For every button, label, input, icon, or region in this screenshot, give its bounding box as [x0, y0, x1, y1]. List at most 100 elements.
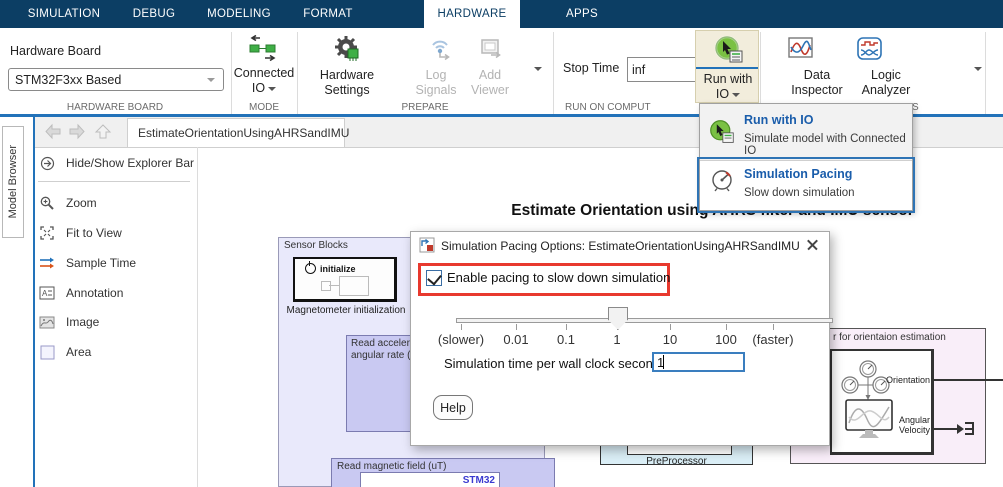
model-browser-label: Model Browser [7, 145, 19, 218]
back-arrow-icon[interactable] [44, 123, 62, 140]
tab-modeling[interactable]: MODELING [196, 0, 282, 28]
zoom-tool[interactable]: Zoom [38, 192, 97, 214]
sample-time-icon [38, 254, 56, 272]
hide-show-explorer-label: Hide/Show Explorer Bar [66, 156, 194, 170]
model-document-tab[interactable]: EstimateOrientationUsingAHRSandIMU [127, 118, 345, 147]
blue-highlight-annotation [697, 157, 915, 213]
preprocessor-caption: PreProcessor [600, 456, 753, 467]
hide-show-explorer-button[interactable]: Hide/Show Explorer Bar [38, 152, 194, 174]
hardware-settings-button[interactable]: Hardware Settings [309, 68, 385, 98]
enable-pacing-checkbox[interactable] [426, 270, 442, 286]
tab-format[interactable]: FORMAT [290, 0, 366, 28]
area-tool[interactable]: Area [38, 341, 91, 363]
menu-run-title: Run with IO [744, 113, 813, 127]
section-prepare: PREPARE [297, 102, 553, 113]
slider-tick [516, 324, 517, 330]
ribbon-separator [985, 32, 986, 114]
stop-time-label: Stop Time [563, 61, 619, 75]
orientation-signal-line[interactable] [934, 379, 1003, 381]
stm32-label: STM32 [463, 475, 495, 486]
image-icon [38, 313, 56, 331]
dialog-icon [419, 237, 435, 258]
run-with-io-menu-icon [709, 119, 735, 150]
magnetometer-init-block[interactable]: initialize [293, 257, 397, 302]
slider-tick [461, 324, 462, 330]
stm32-subblock[interactable]: STM32 [360, 472, 500, 487]
ahrs-filter-block[interactable]: Orientation Angular Velocity [830, 349, 934, 455]
close-icon[interactable] [805, 237, 821, 253]
model-document-tab-label: EstimateOrientationUsingAHRSandIMU [138, 126, 349, 140]
orientation-port-label: Orientation [874, 375, 930, 385]
connected-io-line2: IO [252, 81, 265, 95]
zoom-label: Zoom [66, 196, 97, 210]
tab-debug[interactable]: DEBUG [118, 0, 190, 28]
slider-thumb[interactable] [608, 307, 628, 330]
tab-hardware[interactable]: HARDWARE [424, 0, 520, 28]
terminator-block[interactable] [965, 422, 974, 435]
menu-item-run-with-io[interactable]: Run with IO Simulate model with Connecte… [700, 104, 912, 160]
checkmark-icon [427, 271, 442, 286]
slider-tick [726, 324, 727, 330]
results-flyout-button[interactable] [971, 60, 982, 78]
help-label: Help [440, 401, 466, 415]
annotation-icon: A [38, 284, 56, 302]
run-with-io-button[interactable]: Run with IO [695, 30, 759, 103]
log-signals-icon [428, 36, 454, 67]
chevron-down-icon [268, 87, 276, 91]
init-inner-line [329, 285, 339, 286]
run-with-io-label: Run with IO [696, 72, 760, 102]
ribbon-separator [553, 32, 554, 114]
read-magnetic-label: Read magnetic field (uT) [337, 461, 447, 472]
connected-io-button[interactable]: Connected IO [231, 66, 297, 96]
up-arrow-icon[interactable] [94, 123, 112, 140]
forward-arrow-icon[interactable] [68, 123, 86, 140]
section-run-on-computer: RUN ON COMPUT [565, 102, 705, 113]
enable-pacing-label: Enable pacing to slow down simulation [447, 270, 670, 285]
add-viewer-icon [479, 36, 505, 67]
fit-to-view-tool[interactable]: Fit to View [38, 222, 122, 244]
init-inner-block [339, 276, 369, 296]
magnetometer-caption: Magnetometer initialization [286, 305, 406, 316]
connected-io-icon[interactable] [248, 34, 280, 62]
image-label: Image [66, 315, 99, 329]
toolstrip-tab-bar: SIMULATION DEBUG MODELING FORMAT HARDWAR… [0, 0, 1003, 28]
prepare-flyout-button[interactable] [531, 60, 542, 78]
data-inspector-button[interactable]: Data Inspector [787, 68, 847, 98]
pacing-slider-track[interactable] [456, 318, 833, 323]
hardware-settings-icon [333, 34, 361, 67]
annotation-tool[interactable]: A Annotation [38, 282, 123, 304]
run-with-io-icon [714, 35, 744, 70]
text-caret [663, 355, 664, 369]
stop-time-input[interactable] [627, 57, 698, 82]
tab-apps[interactable]: APPS [540, 0, 624, 28]
image-tool[interactable]: Image [38, 311, 99, 333]
sensor-blocks-label: Sensor Blocks [284, 240, 348, 251]
logic-analyzer-icon [856, 36, 884, 67]
dialog-title: Simulation Pacing Options: EstimateOrien… [441, 239, 800, 253]
filter-area-label: r for orientaion estimation [833, 332, 946, 343]
hardware-board-dropdown[interactable]: STM32F3xx Based [8, 68, 224, 91]
model-browser-tab[interactable]: Model Browser [2, 126, 24, 238]
chevron-down-icon [207, 78, 215, 82]
angular-velocity-signal-line[interactable] [934, 428, 958, 430]
menu-run-subtitle: Simulate model with Connected IO [744, 133, 912, 157]
scope-monitor-icon [845, 399, 895, 446]
section-hardware-board: HARDWARE BOARD [0, 102, 230, 113]
fit-to-view-icon [38, 224, 56, 242]
ribbon-separator [760, 32, 761, 114]
sample-time-tool[interactable]: Sample Time [38, 252, 136, 274]
slider-tick [670, 324, 671, 330]
data-inspector-icon [787, 36, 815, 67]
section-mode: MODE [231, 102, 297, 113]
svg-text:A: A [42, 289, 48, 298]
log-signals-button[interactable]: Log Signals [408, 68, 464, 98]
help-button[interactable]: Help [433, 395, 473, 420]
hide-show-explorer-icon [38, 154, 56, 172]
tab-simulation[interactable]: SIMULATION [14, 0, 114, 28]
document-left-accent [33, 117, 35, 487]
add-viewer-button[interactable]: Add Viewer [462, 68, 518, 98]
run-line1: Run with [704, 72, 753, 86]
slider-tick [566, 324, 567, 330]
time-per-wallclock-input[interactable] [652, 352, 745, 372]
logic-analyzer-button[interactable]: Logic Analyzer [856, 68, 916, 98]
